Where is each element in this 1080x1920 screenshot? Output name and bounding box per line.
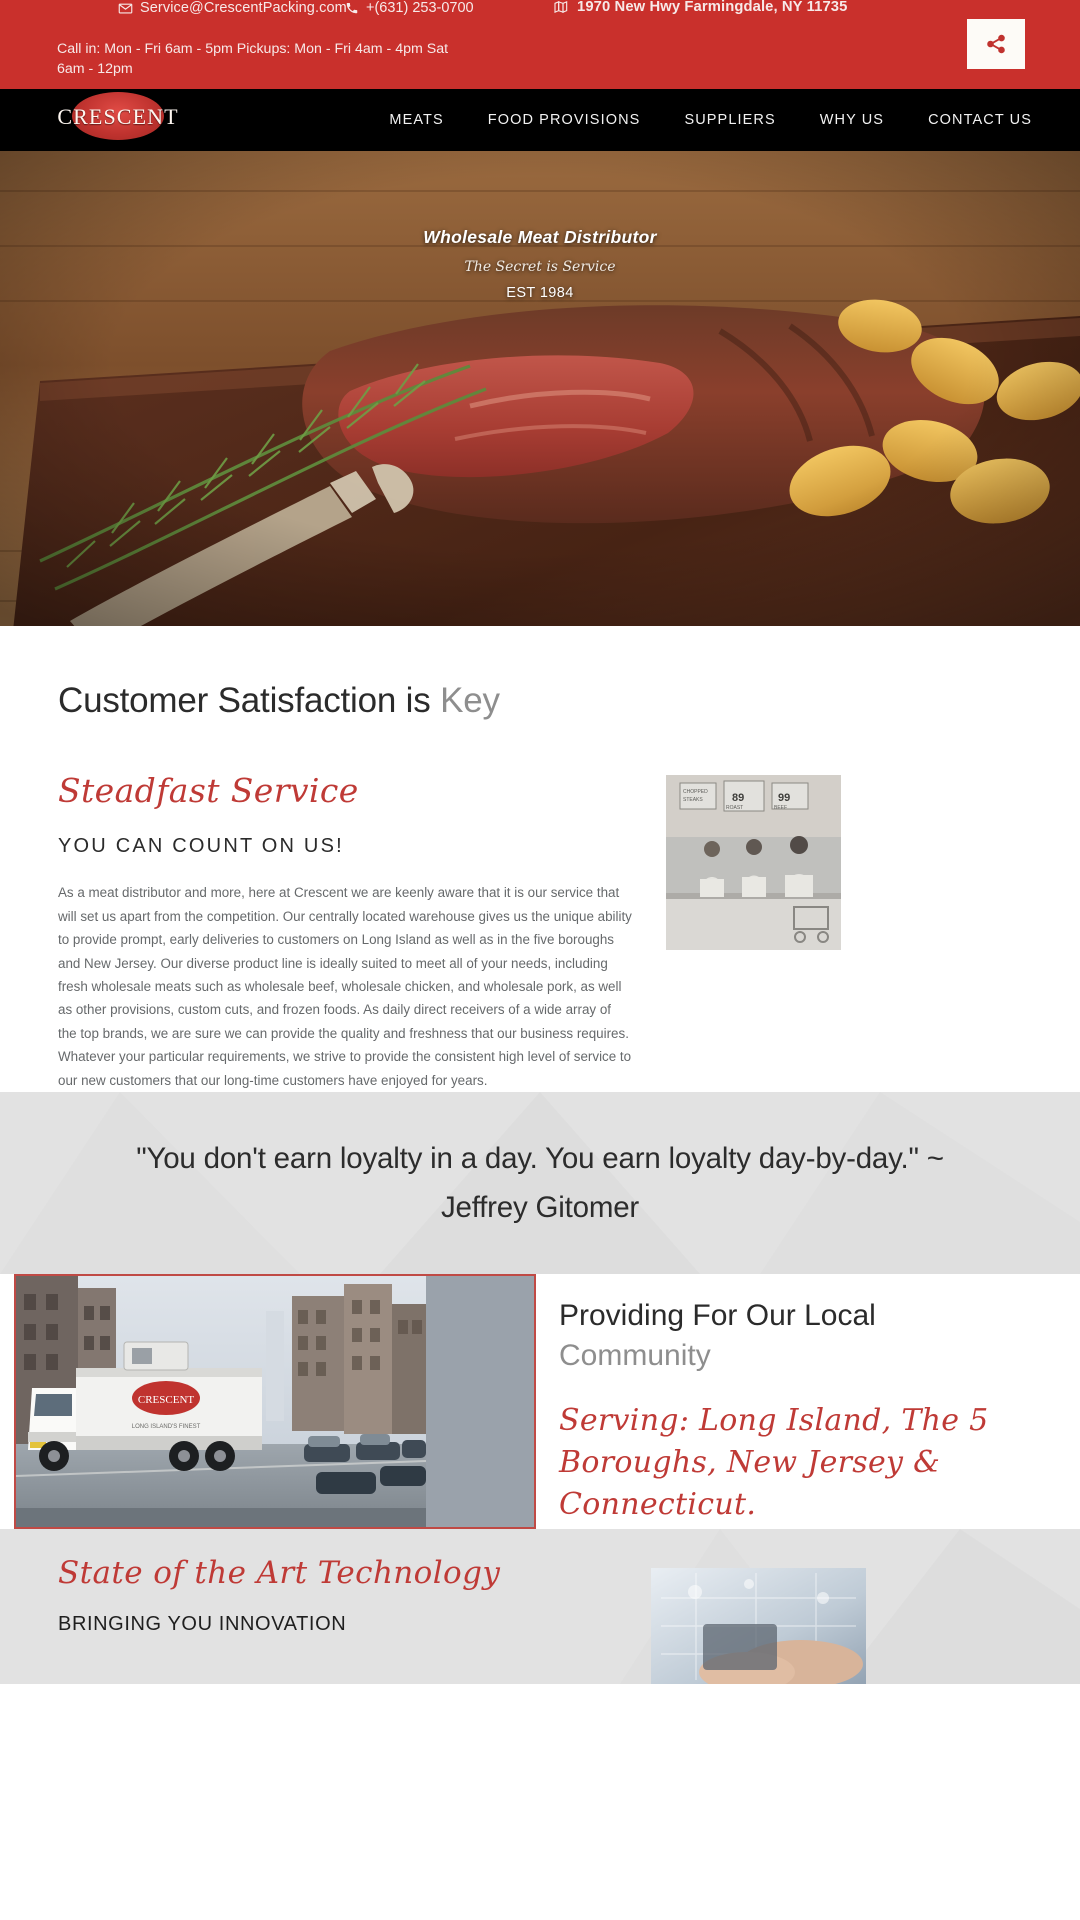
satisfaction-body: Steadfast Service YOU CAN COUNT ON US! A… <box>0 771 1080 1092</box>
technology-section: State of the Art Technology BRINGING YOU… <box>0 1528 1080 1684</box>
nav-item-meats[interactable]: MEATS <box>389 112 443 128</box>
page-title: Customer Satisfaction is Key <box>58 681 1080 721</box>
serving-areas-text: Serving: Long Island, The 5 Boroughs, Ne… <box>559 1402 989 1522</box>
svg-text:LONG ISLAND'S FINEST: LONG ISLAND'S FINEST <box>132 1424 201 1430</box>
steadfast-service-heading: Steadfast Service <box>58 771 359 810</box>
truck-photo-frame: CRESCENT LONG ISLAND'S FINEST <box>14 1273 536 1529</box>
page-title-accent: Key <box>440 681 500 720</box>
hero-banner: Wholesale Meat Distributor The Secret is… <box>0 151 1080 626</box>
technology-heading: State of the Art Technology <box>58 1554 501 1591</box>
page-title-main: Customer Satisfaction is <box>58 681 441 720</box>
main-navigation: CRESCENT MEATS FOOD PROVISIONS SUPPLIERS… <box>0 89 1080 151</box>
nav-item-contact-us[interactable]: CONTACT US <box>928 112 1032 128</box>
community-text-column: Providing For Our Local Community Servin… <box>559 1274 1039 1526</box>
nav-items-list: MEATS FOOD PROVISIONS SUPPLIERS WHY US C… <box>389 89 1032 151</box>
phone-contact[interactable]: +(631) 253-0700 <box>345 0 474 16</box>
hero-established: EST 1984 <box>506 285 574 301</box>
truck-photo: CRESCENT LONG ISLAND'S FINEST <box>16 1275 426 1527</box>
satisfaction-text-column: Steadfast Service YOU CAN COUNT ON US! A… <box>58 771 638 1092</box>
share-button[interactable] <box>967 19 1025 69</box>
nav-item-suppliers[interactable]: SUPPLIERS <box>684 112 775 128</box>
envelope-icon <box>118 1 133 16</box>
email-text: Service@CrescentPacking.com <box>140 0 347 16</box>
hero-headline: Wholesale Meat Distributor <box>423 227 657 247</box>
hours-text: Call in: Mon - Fri 6am - 5pm Pickups: Mo… <box>57 41 449 77</box>
phone-icon <box>345 1 359 15</box>
satisfaction-paragraph: As a meat distributor and more, here at … <box>58 885 632 1088</box>
address-text: 1970 New Hwy Farmingdale, NY 11735 <box>577 0 848 15</box>
hero-text-overlay: Wholesale Meat Distributor The Secret is… <box>0 151 1080 626</box>
hero-tagline: The Secret is Service <box>464 259 616 275</box>
community-heading-main: Providing For Our Local <box>559 1298 876 1332</box>
butcher-shop-photo: 89 99 CHOPPED STEAKS ROAST BEEF <box>666 775 841 950</box>
email-contact[interactable]: Service@CrescentPacking.com <box>118 0 347 16</box>
technology-photo <box>651 1567 866 1684</box>
address-block[interactable]: 1970 New Hwy Farmingdale, NY 11735 <box>553 0 847 15</box>
site-logo[interactable]: CRESCENT <box>57 86 179 148</box>
count-on-us-subheading: YOU CAN COUNT ON US! <box>58 835 344 858</box>
svg-text:CRESCENT: CRESCENT <box>138 1394 195 1406</box>
community-heading-accent: Community <box>559 1338 711 1372</box>
map-icon <box>553 0 569 15</box>
satisfaction-photo-column: 89 99 CHOPPED STEAKS ROAST BEEF <box>666 773 841 1092</box>
phone-text: +(631) 253-0700 <box>366 0 474 16</box>
nav-item-food-provisions[interactable]: FOOD PROVISIONS <box>488 112 641 128</box>
quote-section: "You don't earn loyalty in a day. You ea… <box>0 1091 1080 1274</box>
logo-text: CRESCENT <box>57 104 179 129</box>
customer-satisfaction-section: Customer Satisfaction is Key Steadfast S… <box>0 626 1080 1092</box>
technology-text-column: State of the Art Technology BRINGING YOU… <box>58 1555 500 1636</box>
community-section: CRESCENT LONG ISLAND'S FINEST Providing … <box>0 1273 1080 1529</box>
share-icon <box>985 33 1007 55</box>
technology-subheading: BRINGING YOU INNOVATION <box>58 1612 347 1635</box>
top-info-bar: Service@CrescentPacking.com +(631) 253-0… <box>0 0 1080 89</box>
quote-text: "You don't earn loyalty in a day. You ea… <box>136 1141 944 1224</box>
page-root: Service@CrescentPacking.com +(631) 253-0… <box>0 0 1080 1920</box>
nav-item-why-us[interactable]: WHY US <box>820 112 884 128</box>
